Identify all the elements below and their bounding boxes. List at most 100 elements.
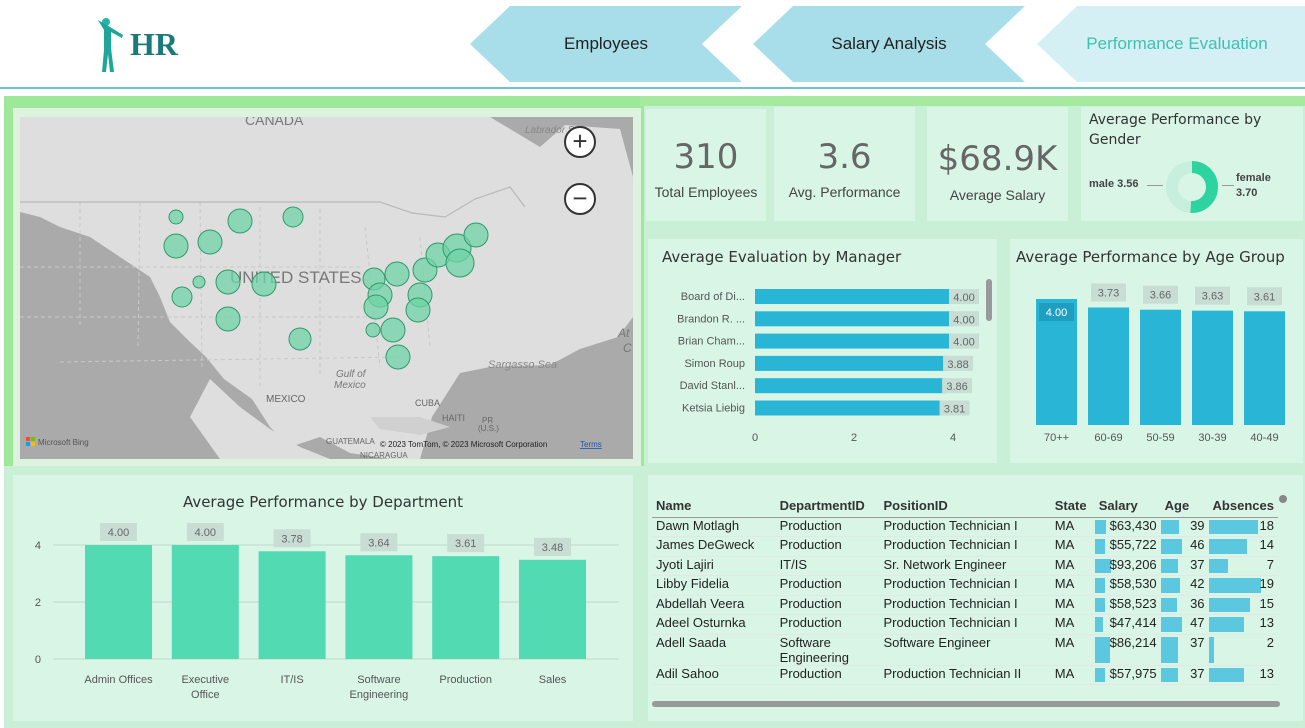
dept-y-tick: 0 <box>35 654 41 666</box>
table-row[interactable]: Libby Fidelia Production Production Techni… <box>652 575 1278 596</box>
column-header[interactable]: PositionID <box>879 495 1051 518</box>
column-header[interactable]: Salary <box>1094 495 1161 518</box>
manager-x-tick: 4 <box>950 432 956 444</box>
table-cell-departmentid: Production <box>775 595 880 615</box>
table-cell-salary: $86,214 <box>1094 634 1161 666</box>
data-bar <box>1208 597 1250 612</box>
table-cell-positionid: Production Technician I <box>879 614 1051 635</box>
map-label-us: (U.S.) <box>478 424 499 433</box>
table-cell-departmentid: Production <box>775 575 880 596</box>
table-cell-name: Adell Saada <box>652 634 776 666</box>
table-cell-state: MA <box>1050 665 1095 685</box>
table-cell-name: Jyoti Lajiri <box>652 556 776 576</box>
column-header[interactable]: Absences <box>1208 495 1278 518</box>
dept-data-label: 3.64 <box>368 537 389 549</box>
manager-category-label: Board of Di... <box>681 291 745 303</box>
cell-value: 19 <box>1259 576 1274 591</box>
age-data-label: 3.61 <box>1254 291 1275 303</box>
cell-value: 2 <box>1266 634 1274 650</box>
table-cell-absences: 7 <box>1208 556 1278 576</box>
cell-value: $55,722 <box>1109 537 1157 552</box>
map-attribution: © 2023 TomTom, © 2023 Microsoft Corporat… <box>380 440 547 449</box>
table-row[interactable]: Adeel Osturnka Production Production Techn… <box>652 614 1278 635</box>
data-bar <box>1094 667 1105 682</box>
nav-performance-evaluation[interactable]: Performance Evaluation <box>1037 6 1305 82</box>
table-row[interactable]: Adil Sahoo Production Production Technicia… <box>652 665 1278 685</box>
table-row[interactable]: Adell Saada Software Engineering Software … <box>652 634 1278 666</box>
table-cell-salary: $57,975 <box>1094 665 1161 685</box>
map-bubble <box>384 261 410 287</box>
zoom-out-button[interactable]: − <box>564 183 596 215</box>
dept-bar <box>171 545 239 659</box>
table-cell-salary: $58,530 <box>1094 575 1161 596</box>
map-label-cuba: CUBA <box>415 398 440 408</box>
table-cell-name: Adeel Osturnka <box>652 614 776 635</box>
table-row[interactable]: Abdellah Veera Production Production Techn… <box>652 595 1278 615</box>
employee-map[interactable]: CANADA UNITED STATES MEXICO Gulf of Mexi… <box>20 117 633 459</box>
cell-value: 37 <box>1190 634 1205 650</box>
column-header[interactable]: Age <box>1160 495 1209 518</box>
manager-data-label: 4.00 <box>953 337 974 349</box>
table-cell-age: 37 <box>1160 665 1209 685</box>
column-header[interactable]: DepartmentID <box>775 495 880 518</box>
department-performance-panel: Average Performance by Department 0 2 4 4.0… <box>13 475 633 721</box>
map-bubble <box>380 317 406 343</box>
table-cell-positionid: Production Technician I <box>879 575 1051 596</box>
table-horizontal-scrollbar[interactable] <box>652 701 1280 707</box>
table-scroll-dot[interactable] <box>1279 495 1287 503</box>
manager-bar <box>755 378 947 394</box>
map-terms-link[interactable]: Terms <box>580 440 602 449</box>
manager-bar-chart: Board of Di... 4.00 Brandon R. ... 4.00 Bria… <box>677 289 979 444</box>
zoom-in-button[interactable]: + <box>564 126 596 158</box>
cell-value: 39 <box>1190 517 1205 533</box>
age-data-label: 3.63 <box>1202 291 1223 303</box>
map-bubble <box>192 275 206 289</box>
map-bubble <box>463 222 489 248</box>
table-row[interactable]: James DeGweck Production Production Techni… <box>652 536 1278 557</box>
dept-bar <box>85 545 152 659</box>
table-cell-state: MA <box>1050 556 1095 576</box>
data-bar <box>1094 617 1104 632</box>
data-bar <box>1094 578 1106 593</box>
kpi-total-employees: 310 Total Employees <box>646 109 766 221</box>
dept-data-label: 3.78 <box>281 533 302 545</box>
nav-employees-label: Employees <box>563 34 649 53</box>
gender-donut <box>1166 161 1218 213</box>
map-bubble <box>215 306 241 332</box>
nav-salary-analysis-label: Salary Analysis <box>831 34 947 53</box>
manager-bar <box>755 289 953 304</box>
table-cell-state: MA <box>1050 536 1095 557</box>
age-category-label: 30-39 <box>1198 432 1226 444</box>
table-cell-positionid: Software Engineer <box>879 634 1051 666</box>
nav-employees[interactable]: Employees <box>470 6 742 82</box>
age-data-label: 3.73 <box>1098 288 1119 300</box>
age-category-label: 60-69 <box>1094 432 1122 444</box>
data-bar <box>1160 558 1178 573</box>
female-value: 3.70 <box>1236 187 1258 199</box>
table-cell-departmentid: Production <box>775 517 880 537</box>
logo-text: HR <box>130 26 178 62</box>
nav-salary-analysis[interactable]: Salary Analysis <box>753 6 1025 82</box>
table-cell-departmentid: Production <box>775 665 880 685</box>
table-cell-name: James DeGweck <box>652 536 776 557</box>
map-label-nicaragua: NICARAGUA <box>360 451 408 459</box>
cell-value: 47 <box>1190 615 1205 630</box>
header-divider <box>0 87 1305 89</box>
data-bar <box>1094 519 1106 534</box>
dept-data-label: 3.48 <box>542 542 563 554</box>
table-row[interactable]: Jyoti Lajiri IT/IS Sr. Network Engineer MA $… <box>652 556 1278 576</box>
column-header[interactable]: State <box>1050 495 1095 518</box>
column-header[interactable]: Name <box>652 495 776 518</box>
dept-y-tick: 4 <box>35 540 41 552</box>
table-row[interactable]: Dawn Motlagh Production Production Technic… <box>652 517 1278 537</box>
age-data-label: 4.00 <box>1046 307 1067 319</box>
table-cell-age: 37 <box>1160 634 1209 666</box>
employee-table: Name DepartmentID PositionID State Salary Age… <box>652 495 1278 685</box>
manager-data-label: 4.00 <box>953 292 974 304</box>
table-cell-salary: $63,430 <box>1094 517 1161 537</box>
manager-data-label: 3.86 <box>946 381 967 393</box>
map-bubble <box>215 269 241 295</box>
cell-value: 42 <box>1190 576 1205 591</box>
female-leader-line <box>1222 185 1234 186</box>
table-cell-departmentid: Production <box>775 536 880 557</box>
